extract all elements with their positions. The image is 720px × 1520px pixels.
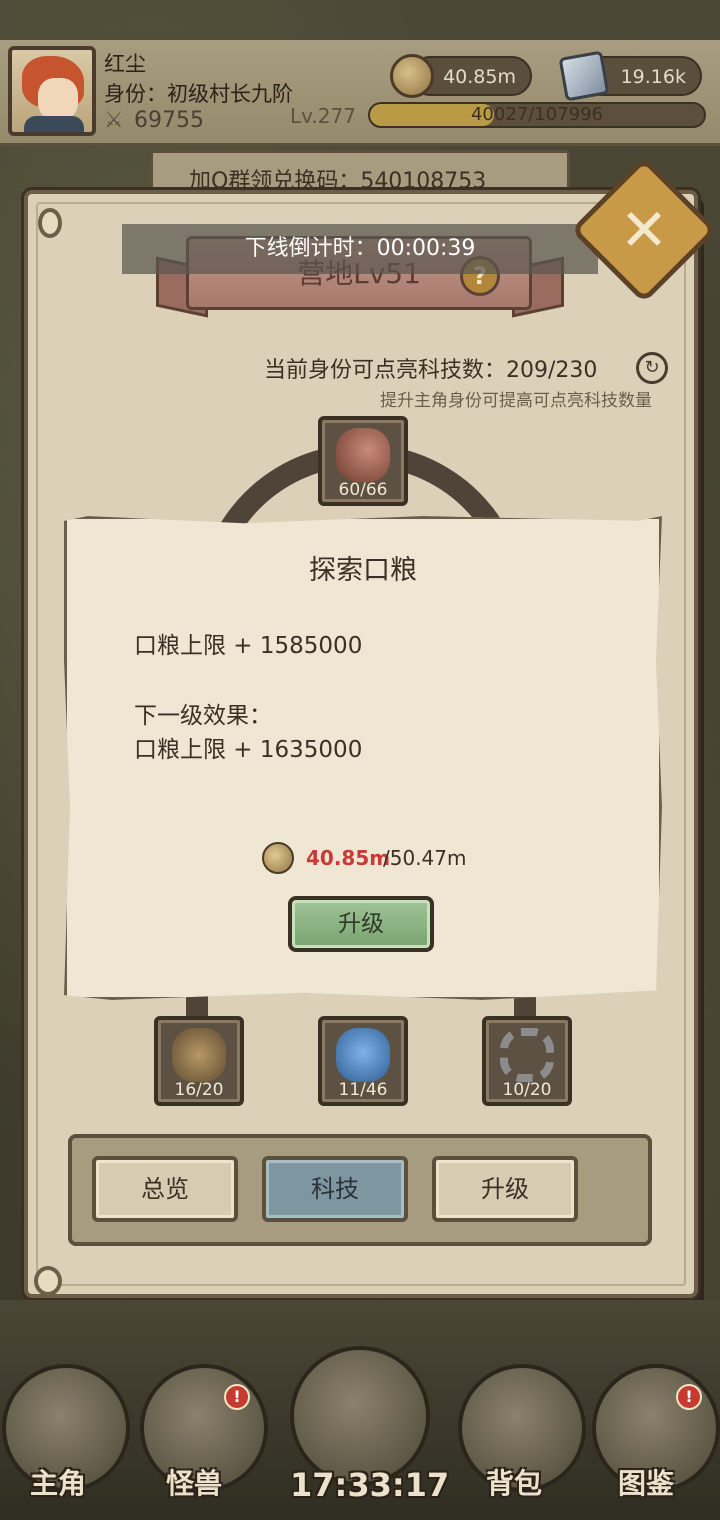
tech-node-slime[interactable]: 11/46 [318, 1016, 408, 1106]
combat-power: 69755 [134, 108, 204, 133]
refresh-icon[interactable]: ↻ [636, 352, 668, 384]
tab-upgrade[interactable]: 升级 [432, 1156, 578, 1222]
next-effect-label: 下一级效果： [134, 703, 272, 729]
popup-title: 探索口粮 [309, 555, 417, 586]
player-level: Lv.277 [290, 104, 356, 128]
tech-node-count: 11/46 [338, 1080, 388, 1100]
sack-icon [172, 1028, 226, 1082]
cost-have: 40.85m [306, 846, 391, 870]
close-icon[interactable]: ✕ [592, 178, 696, 282]
player-name: 红尘 [104, 52, 146, 76]
meat-icon [336, 428, 390, 482]
notification-badge: ! [676, 1384, 702, 1410]
game-clock: 17:33:17 [290, 1466, 450, 1504]
nav-codex-label: 图鉴 [618, 1467, 675, 1500]
nav-monster-label: 怪兽 [166, 1467, 223, 1500]
coin-icon [262, 842, 294, 874]
tech-node-count: 60/66 [338, 480, 388, 500]
next-effect: 口粮上限 + 1635000 [134, 737, 363, 763]
coin-icon [390, 54, 434, 98]
nav-hero-label: 主角 [30, 1467, 87, 1500]
player-rank: 身份：初级村长九阶 [104, 82, 293, 106]
tech-node-count: 10/20 [502, 1080, 552, 1100]
cost-need: /50.47m [383, 846, 467, 870]
offline-countdown: 下线倒计时：00:00:39 [122, 224, 598, 274]
tech-tip: 提升主角身份可提高可点亮科技数量 [380, 391, 652, 411]
gem-icon [558, 50, 610, 102]
tech-node-gear[interactable]: 10/20 [482, 1016, 572, 1106]
rope-ring-icon [38, 208, 62, 238]
nav-camp-button[interactable] [290, 1346, 430, 1486]
xp-bar: 40027/107996 [368, 102, 706, 128]
player-avatar[interactable] [8, 46, 96, 136]
tech-node-sack[interactable]: 16/20 [154, 1016, 244, 1106]
notification-badge: ! [224, 1384, 250, 1410]
tab-overview[interactable]: 总览 [92, 1156, 238, 1222]
gem-amount: 19.16k [620, 66, 686, 88]
tech-node-meat[interactable]: 60/66 [318, 416, 408, 506]
slime-icon [336, 1028, 390, 1082]
tech-node-count: 16/20 [174, 1080, 224, 1100]
tech-count-label: 当前身份可点亮科技数：209/230 [264, 358, 598, 383]
upgrade-button[interactable]: 升级 [288, 896, 434, 952]
nav-bag-label: 背包 [486, 1467, 543, 1500]
sword-icon: ⚔ [104, 108, 124, 133]
gear-icon [500, 1028, 554, 1082]
xp-text: 40027/107996 [470, 104, 604, 125]
rope-ring-icon [34, 1266, 62, 1296]
coin-amount: 40.85m [443, 66, 516, 88]
tab-tech[interactable]: 科技 [262, 1156, 408, 1222]
current-effect: 口粮上限 + 1585000 [134, 633, 363, 659]
